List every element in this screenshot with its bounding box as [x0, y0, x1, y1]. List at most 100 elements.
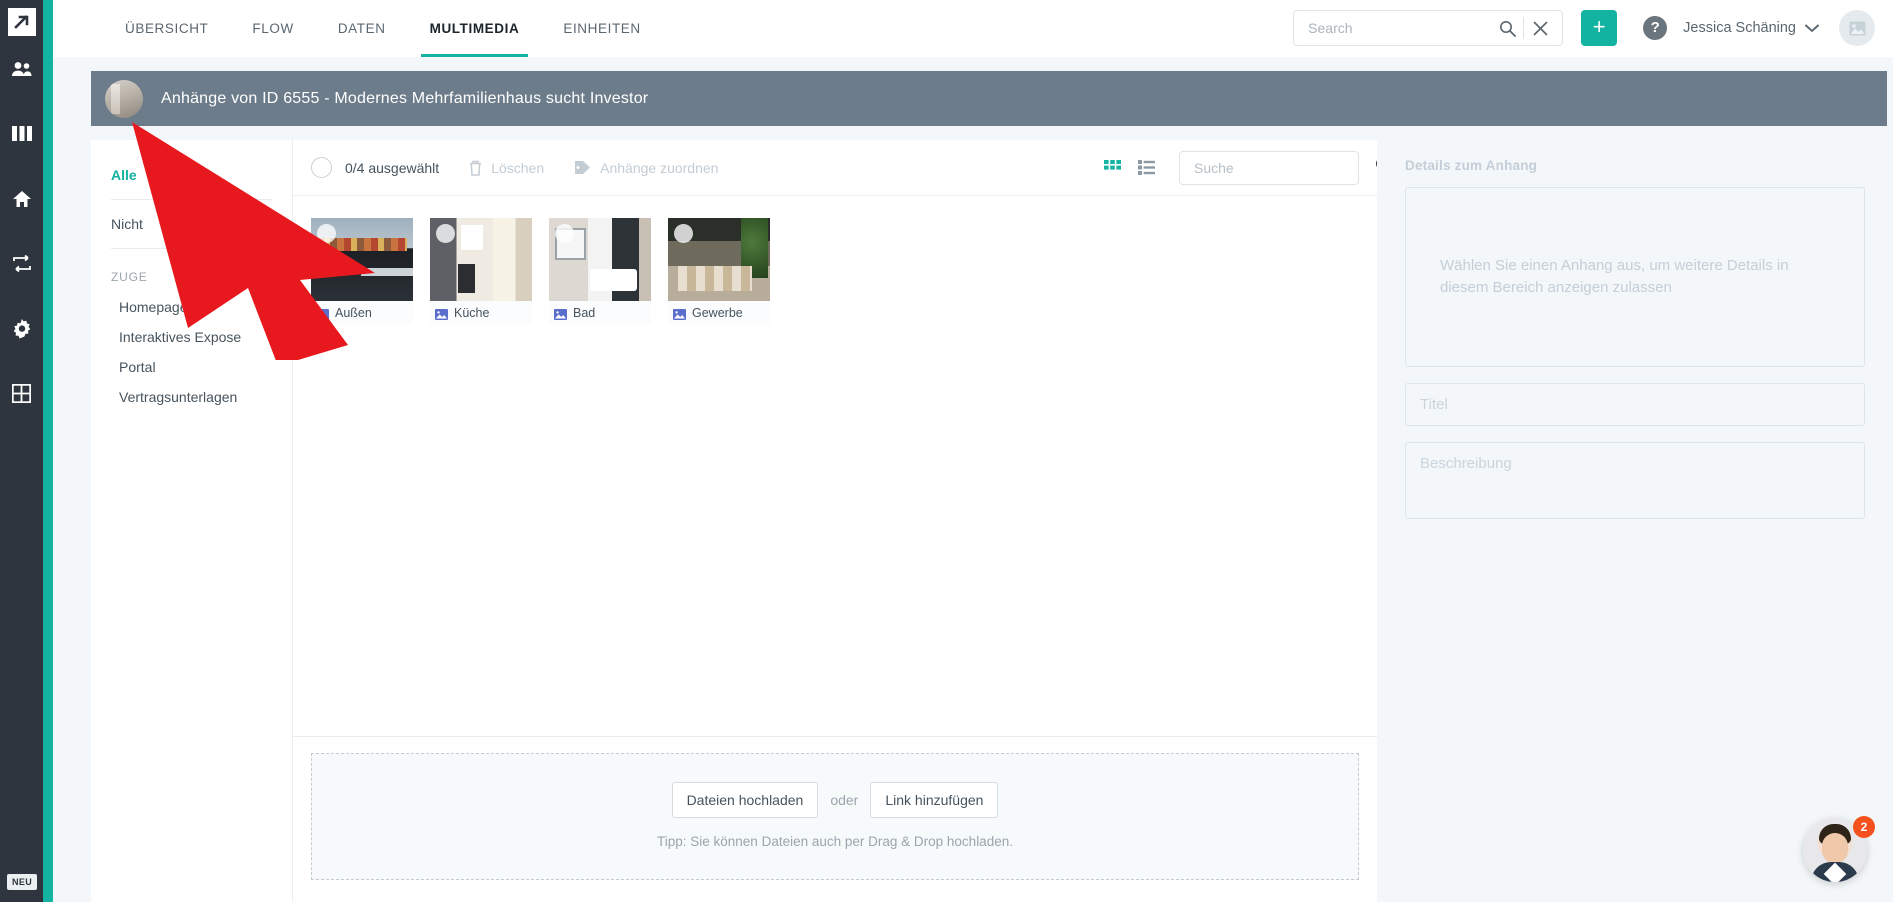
grid-view-icon[interactable]: [1095, 151, 1129, 185]
filter-group-title: ZUGE: [111, 270, 148, 284]
avatar-face: [1822, 833, 1848, 863]
attachment-card[interactable]: Gewerbe: [668, 218, 770, 324]
global-nav-rail: NEU: [0, 0, 43, 902]
attachment-search-input[interactable]: [1194, 159, 1375, 176]
attachment-card[interactable]: Küche: [430, 218, 532, 324]
attachment-caption: Küche: [430, 301, 532, 324]
attachment-panel: 0/4 ausgewählt Löschen Anhänge zuordnen …: [293, 140, 1391, 902]
page-title: Anhänge von ID 6555 - Modernes Mehrfamil…: [161, 89, 649, 107]
search-icon[interactable]: [1493, 14, 1521, 42]
description-textarea[interactable]: [1406, 443, 1864, 513]
user-menu-label[interactable]: Jessica Schäning: [1683, 20, 1796, 36]
filter-divider-1: [111, 199, 272, 200]
close-icon[interactable]: [1526, 14, 1554, 42]
tab-daten[interactable]: DATEN: [316, 0, 408, 57]
attachment-caption: Bad: [549, 301, 651, 324]
add-button[interactable]: +: [1581, 10, 1618, 46]
details-panel: Details zum Anhang Wählen Sie einen Anha…: [1377, 140, 1887, 902]
attachment-preview[interactable]: [430, 218, 532, 301]
main-area: ÜBERSICHT FLOW DATEN MULTIMEDIA EINHEITE…: [53, 0, 1893, 902]
list-view-icon[interactable]: [1129, 151, 1163, 185]
filter-sidebar: Alle Nicht ZUGE Homepage Interaktives Ex…: [91, 140, 293, 902]
tab-flow[interactable]: FLOW: [230, 0, 315, 57]
details-empty-box: Wählen Sie einen Anhang aus, um weitere …: [1405, 187, 1865, 367]
title-input[interactable]: [1406, 384, 1864, 425]
attachment-preview[interactable]: [549, 218, 651, 301]
details-heading: Details zum Anhang: [1405, 158, 1538, 173]
search-input[interactable]: [1308, 20, 1494, 36]
title-field-wrap[interactable]: [1405, 383, 1865, 426]
filter-alle[interactable]: Alle: [91, 158, 292, 192]
sync-icon[interactable]: [0, 231, 43, 296]
upload-section: Dateien hochladen oder Link hinzufügen T…: [293, 736, 1377, 902]
assign-attachments-button[interactable]: Anhänge zuordnen: [574, 160, 718, 176]
chat-unread-badge: 2: [1853, 816, 1875, 838]
attachment-title: Küche: [454, 305, 490, 320]
gear-icon[interactable]: [0, 296, 43, 361]
arrow-logo[interactable]: [7, 8, 36, 36]
attachment-toolbar: 0/4 ausgewählt Löschen Anhänge zuordnen …: [293, 140, 1391, 196]
add-link-button[interactable]: Link hinzufügen: [870, 782, 999, 818]
delete-label: Löschen: [491, 159, 545, 176]
tab-uebersicht[interactable]: ÜBERSICHT: [103, 0, 230, 57]
home-icon[interactable]: [0, 166, 43, 231]
attachment-title: Außen: [335, 305, 372, 320]
contacts-icon[interactable]: [0, 36, 43, 101]
attachment-card[interactable]: Außen: [311, 218, 413, 324]
filter-portal[interactable]: Portal: [91, 352, 292, 382]
selection-count: 0/4 ausgewählt: [345, 159, 440, 176]
select-all-checkbox[interactable]: [311, 157, 332, 178]
attachment-caption: Gewerbe: [668, 301, 770, 324]
dropzone[interactable]: Dateien hochladen oder Link hinzufügen T…: [311, 753, 1359, 880]
attachment-title: Gewerbe: [692, 305, 743, 320]
image-icon: [673, 307, 686, 320]
support-chat-widget[interactable]: 2: [1803, 816, 1875, 888]
attachment-card[interactable]: Bad: [549, 218, 651, 324]
upload-files-button[interactable]: Dateien hochladen: [671, 782, 819, 818]
view-controls: [1095, 150, 1391, 185]
page-title-bar: Anhänge von ID 6555 - Modernes Mehrfamil…: [91, 71, 1887, 126]
header-actions: + ? Jessica Schäning: [1293, 10, 1893, 46]
accent-strip: [43, 0, 53, 902]
filter-divider-2: [111, 248, 272, 249]
filter-homepage[interactable]: Homepage: [91, 292, 292, 322]
attachment-checkbox[interactable]: [555, 224, 574, 243]
attachment-preview[interactable]: [311, 218, 413, 301]
filter-interaktives-expose[interactable]: Interaktives Expose: [91, 322, 292, 352]
upload-tip: Tipp: Sie können Dateien auch per Drag &…: [657, 834, 1013, 849]
delete-button[interactable]: Löschen: [469, 160, 544, 176]
tab-einheiten[interactable]: EINHEITEN: [541, 0, 662, 57]
attachment-checkbox[interactable]: [317, 224, 336, 243]
attachment-checkbox[interactable]: [674, 224, 693, 243]
filter-vertragsunterlagen[interactable]: Vertragsunterlagen: [91, 382, 292, 412]
trash-icon: [469, 160, 491, 176]
attachment-checkbox[interactable]: [436, 224, 455, 243]
description-field-wrap[interactable]: [1405, 442, 1865, 519]
upload-or-label: oder: [830, 792, 859, 808]
top-header: ÜBERSICHT FLOW DATEN MULTIMEDIA EINHEITE…: [53, 0, 1893, 57]
grid-icon[interactable]: [0, 361, 43, 426]
content-area: Alle Nicht ZUGE Homepage Interaktives Ex…: [91, 140, 1887, 902]
attachment-caption: Außen: [311, 301, 413, 324]
tag-icon: [574, 160, 600, 175]
chevron-down-icon[interactable]: [1805, 24, 1819, 33]
tab-bar: ÜBERSICHT FLOW DATEN MULTIMEDIA EINHEITE…: [53, 0, 663, 57]
tab-multimedia[interactable]: MULTIMEDIA: [408, 0, 542, 57]
search-divider: [1523, 17, 1525, 39]
attachment-search[interactable]: [1179, 150, 1391, 185]
object-thumbnail: [105, 79, 143, 118]
assign-label: Anhänge zuordnen: [600, 159, 719, 176]
app-window: NEU ÜBERSICHT FLOW DATEN MULTIMEDIA EINH…: [0, 0, 1893, 902]
avatar[interactable]: [1839, 10, 1875, 46]
details-empty-text: Wählen Sie einen Anhang aus, um weitere …: [1440, 256, 1789, 297]
image-icon: [435, 307, 448, 320]
global-search[interactable]: [1293, 10, 1564, 46]
help-icon[interactable]: ?: [1643, 16, 1668, 40]
filter-nicht[interactable]: Nicht: [91, 207, 292, 241]
image-icon: [554, 307, 567, 320]
new-badge: NEU: [7, 874, 38, 890]
attachment-grid: Außen Küche Bad Gewerbe: [293, 196, 1377, 736]
attachment-preview[interactable]: [668, 218, 770, 301]
columns-icon[interactable]: [0, 101, 43, 166]
image-icon: [316, 307, 329, 320]
